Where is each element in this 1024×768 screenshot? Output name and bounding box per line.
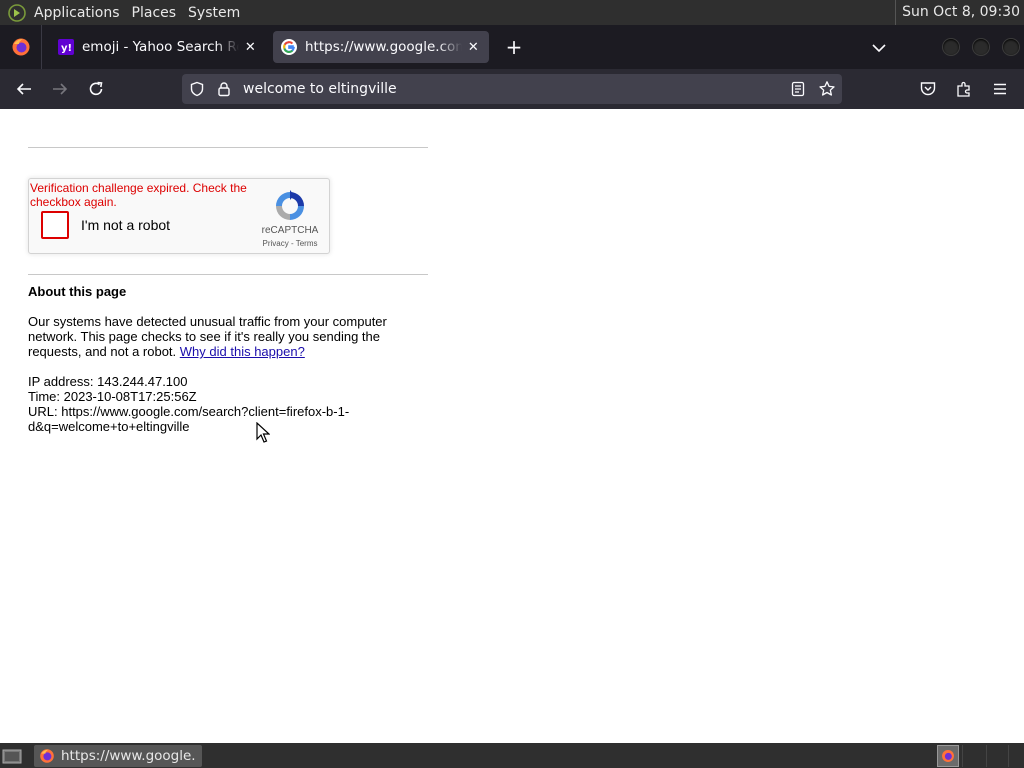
recaptcha-error: Verification challenge expired. Check th… [30,181,247,209]
recaptcha-link-separator: - [288,239,296,248]
about-text-block: Our systems have detected unusual traffi… [28,314,408,359]
bottom-taskbar: https://www.google... [0,743,1024,768]
taskbar-window-firefox[interactable]: https://www.google... [34,745,202,767]
recaptcha-terms-link[interactable]: Terms [296,239,318,248]
url-bar[interactable]: welcome to eltingville [182,74,842,104]
back-arrow-icon [16,83,31,95]
show-desktop-icon[interactable] [2,747,22,765]
shield-icon[interactable] [189,81,205,101]
recaptcha-logo-icon [273,189,307,223]
tab-yahoo-search[interactable]: y! emoji - Yahoo Search Results ✕ [50,31,266,63]
back-button[interactable] [12,77,36,101]
time-stamp: Time: 2023-10-08T17:25:56Z [28,389,197,404]
bookmark-star-icon[interactable] [818,80,836,102]
hamburger-menu-icon [994,83,1006,95]
divider [28,147,428,148]
forward-arrow-icon [53,83,68,95]
taskbar-window-title: https://www.google... [61,748,197,764]
about-heading: About this page [28,284,127,299]
ip-address: IP address: 143.244.47.100 [28,374,188,389]
extensions-button[interactable] [952,77,976,101]
mouse-pointer-icon [256,421,271,444]
workspace-4[interactable] [1008,745,1024,767]
window-close-button[interactable] [1003,39,1019,55]
pocket-icon [920,82,936,96]
workspace-3[interactable] [986,745,1008,767]
recaptcha-links: Privacy - Terms [255,239,325,248]
google-icon [281,39,297,55]
recaptcha-checkbox[interactable] [41,211,69,239]
menu-system[interactable]: System [188,5,248,21]
app-menu-button[interactable] [988,77,1012,101]
gnome-foot-icon[interactable] [6,2,28,24]
reload-button[interactable] [84,77,108,101]
pocket-button[interactable] [916,77,940,101]
window-minimize-button[interactable] [943,39,959,55]
divider [28,274,428,275]
window-maximize-button[interactable] [973,39,989,55]
new-tab-button[interactable]: + [503,37,525,59]
list-all-tabs-button[interactable] [868,37,890,59]
tab-close-icon[interactable]: ✕ [466,39,481,55]
forward-button[interactable] [48,77,72,101]
recaptcha-brand: reCAPTCHA [261,225,319,236]
puzzle-icon [957,81,970,97]
svg-text:y!: y! [61,43,72,54]
workspace-1-firefox-icon[interactable] [937,745,959,767]
page-content: Verification challenge expired. Check th… [0,109,1024,743]
why-link[interactable]: Why did this happen? [180,344,305,359]
tab-title: https://www.google.com/search?client=fir… [305,39,462,55]
url-line-2: d&q=welcome+to+eltingville [28,419,190,434]
workspace-2[interactable] [962,745,984,767]
recaptcha-privacy-link[interactable]: Privacy [263,239,289,248]
recaptcha-label: I'm not a robot [81,217,171,233]
firefox-icon [39,748,55,764]
menu-applications[interactable]: Applications [34,5,128,21]
tab-strip: y! emoji - Yahoo Search Results ✕ https:… [0,25,1024,69]
nav-bar: welcome to eltingville [0,69,1024,109]
url-line-1: URL: https://www.google.com/search?clien… [28,404,350,419]
chevron-down-icon [872,44,886,53]
menu-places[interactable]: Places [132,5,185,21]
reload-icon [89,81,103,96]
url-text[interactable]: welcome to eltingville [243,74,397,104]
reader-view-icon[interactable] [790,81,806,101]
top-panel: Applications Places System Sun Oct 8, 09… [0,0,1024,25]
lock-icon[interactable] [216,81,232,101]
firefox-view-icon[interactable] [0,25,42,69]
recaptcha-widget: Verification challenge expired. Check th… [28,178,330,254]
yahoo-icon: y! [58,39,74,55]
tab-google-search[interactable]: https://www.google.com/search?client=fir… [273,31,489,63]
tab-close-icon[interactable]: ✕ [243,39,258,55]
tab-title: emoji - Yahoo Search Results [82,39,239,55]
clock[interactable]: Sun Oct 8, 09:30 [895,0,1020,25]
